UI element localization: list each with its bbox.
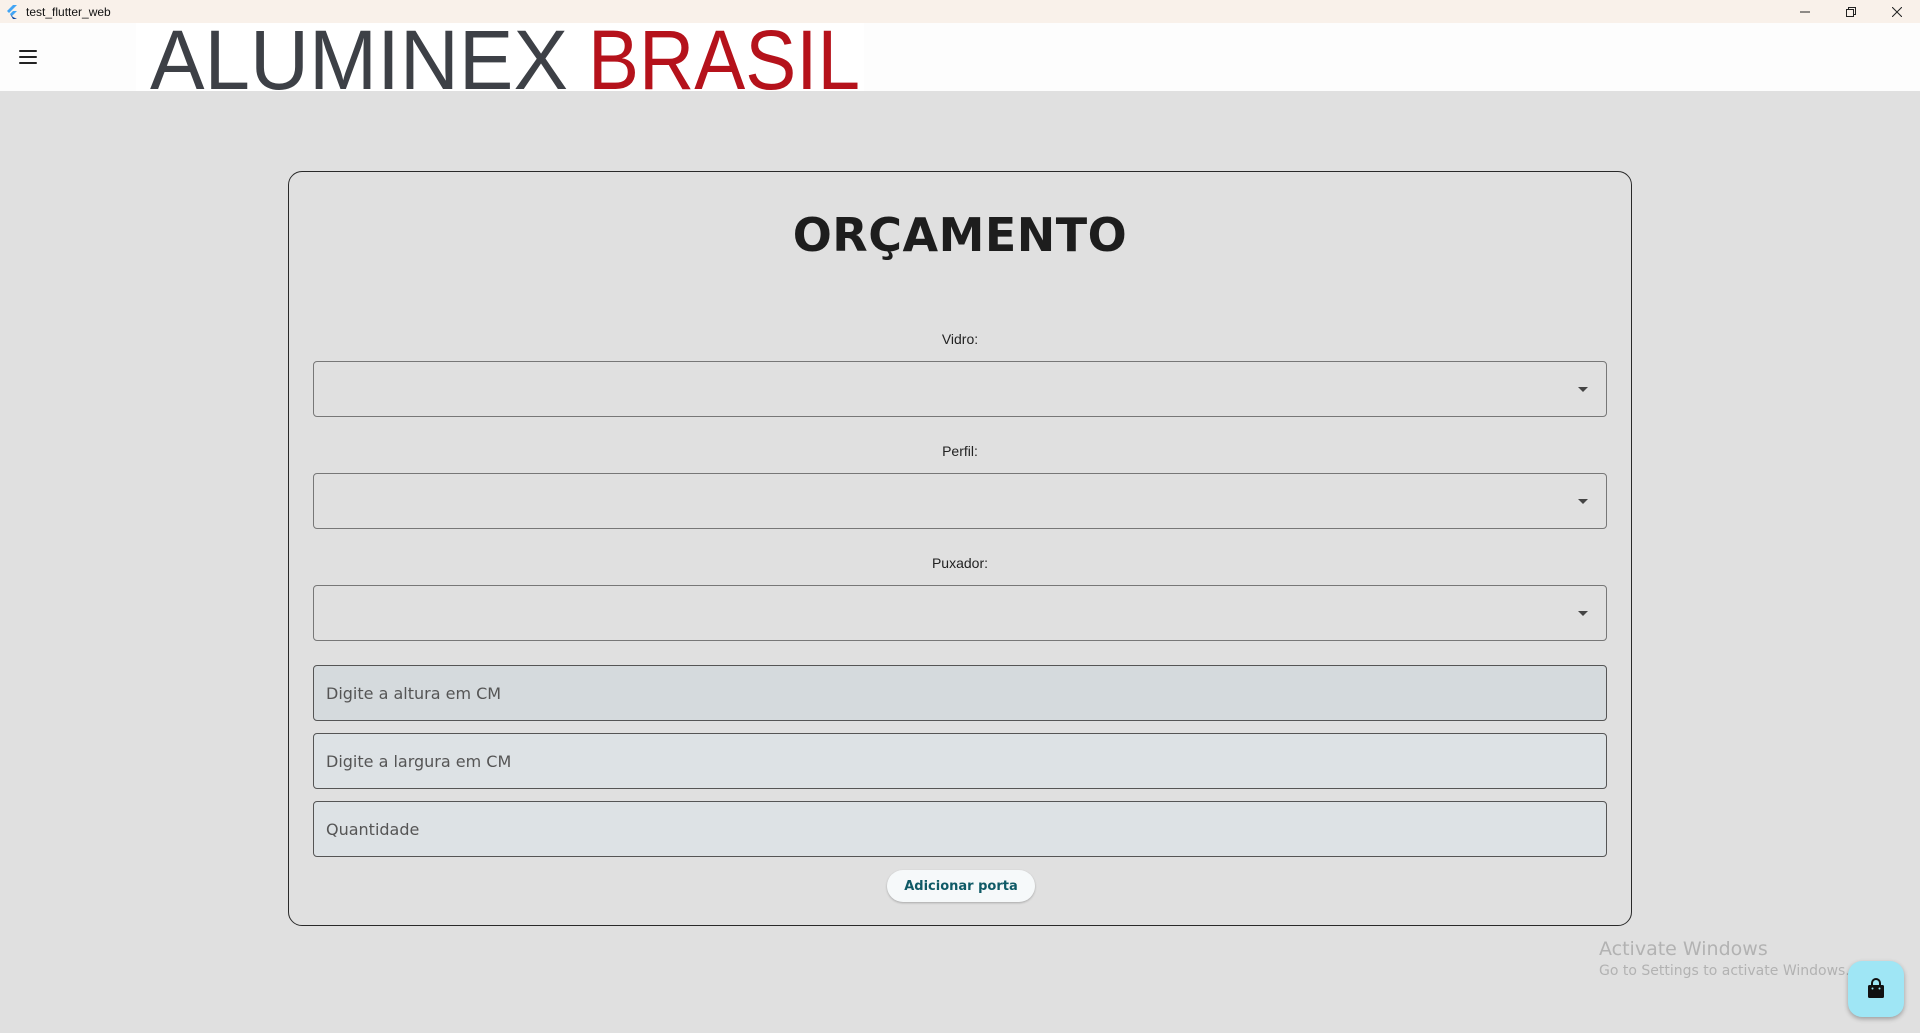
altura-input[interactable] <box>313 665 1607 721</box>
restore-button[interactable] <box>1828 0 1874 23</box>
dropdown-arrow-icon <box>1578 499 1588 504</box>
logo-part2: BRASIL <box>588 23 860 91</box>
quantidade-input[interactable] <box>313 801 1607 857</box>
window-title: test_flutter_web <box>26 4 111 19</box>
menu-button[interactable] <box>14 45 42 69</box>
window-titlebar: test_flutter_web <box>0 0 1920 23</box>
menu-icon-bar <box>19 62 37 64</box>
minimize-button[interactable] <box>1782 0 1828 23</box>
dropdown-arrow-icon <box>1578 387 1588 392</box>
logo: ALUMINEX BRASIL <box>136 23 864 91</box>
budget-card: ORÇAMENTO Vidro: Perfil: Puxador: Adicio… <box>288 171 1632 926</box>
flutter-icon <box>4 4 20 20</box>
vidro-dropdown[interactable] <box>313 361 1607 417</box>
largura-input[interactable] <box>313 733 1607 789</box>
dropdown-arrow-icon <box>1578 611 1588 616</box>
restore-icon <box>1846 6 1856 17</box>
minimize-icon <box>1800 11 1810 12</box>
shopping-bag-icon <box>1868 978 1884 998</box>
menu-icon-bar <box>19 56 37 58</box>
watermark-title: Activate Windows <box>1599 938 1768 960</box>
close-icon <box>1892 6 1902 17</box>
page-title: ORÇAMENTO <box>792 208 1128 262</box>
watermark-subtitle: Go to Settings to activate Windows. <box>1599 963 1850 979</box>
puxador-label: Puxador: <box>931 555 989 571</box>
add-door-button[interactable]: Adicionar porta <box>887 870 1035 902</box>
puxador-dropdown[interactable] <box>313 585 1607 641</box>
perfil-label: Perfil: <box>942 443 978 459</box>
menu-icon <box>19 50 37 52</box>
logo-part1: ALUMINEX <box>150 23 568 91</box>
vidro-label: Vidro: <box>941 331 979 347</box>
window-controls <box>1782 0 1920 23</box>
cart-fab-button[interactable] <box>1848 961 1904 1017</box>
activation-watermark: Activate Windows Go to Settings to activ… <box>1599 938 1850 979</box>
close-button[interactable] <box>1874 0 1920 23</box>
perfil-dropdown[interactable] <box>313 473 1607 529</box>
app-bar: ALUMINEX BRASIL <box>0 23 1920 91</box>
